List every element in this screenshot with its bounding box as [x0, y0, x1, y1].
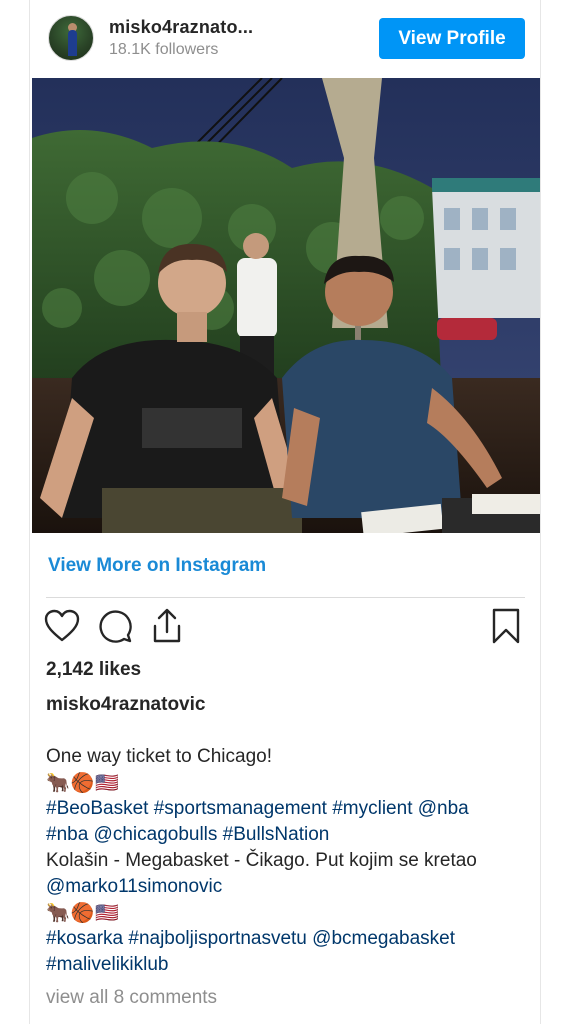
- hashtag-line[interactable]: #kosarka #najboljisportnasvetu @bcmegaba…: [46, 926, 526, 952]
- comment-icon: [97, 608, 133, 649]
- heart-icon: [44, 609, 80, 648]
- instagram-embed-card: misko4raznato... 18.1K followers View Pr…: [29, 0, 541, 1024]
- share-button[interactable]: [147, 608, 187, 648]
- caption-line: One way ticket to Chicago!: [46, 746, 272, 767]
- post-photo-illustration: [32, 78, 540, 533]
- hashtag-line[interactable]: #BeoBasket #sportsmanagement #myclient @…: [46, 796, 526, 822]
- emoji-line: 🐂🏀🇺🇸: [46, 902, 120, 924]
- post-photo[interactable]: [32, 78, 540, 533]
- profile-username[interactable]: misko4raznato...: [109, 17, 253, 38]
- follower-count: 18.1K followers: [109, 41, 219, 58]
- hashtag-line[interactable]: #nba @chicagobulls #BullsNation: [46, 822, 526, 848]
- view-more-on-instagram-link[interactable]: View More on Instagram: [48, 555, 266, 577]
- post-header: misko4raznato... 18.1K followers View Pr…: [30, 0, 542, 78]
- caption-text: One way ticket to Chicago! 🐂🏀🇺🇸 #BeoBask…: [46, 744, 526, 978]
- view-all-comments-link[interactable]: view all 8 comments: [46, 987, 217, 1009]
- mention-line[interactable]: @marko11simonovic: [46, 874, 526, 900]
- bookmark-icon: [491, 608, 521, 649]
- avatar-figure: [68, 30, 77, 56]
- divider: [46, 597, 525, 598]
- like-count[interactable]: 2,142 likes: [46, 659, 141, 681]
- comment-button[interactable]: [95, 608, 135, 648]
- emoji-line: 🐂🏀🇺🇸: [46, 772, 120, 794]
- hashtag-line[interactable]: #malivelikiklub: [46, 952, 526, 978]
- like-button[interactable]: [42, 608, 82, 648]
- view-profile-button[interactable]: View Profile: [379, 18, 525, 59]
- profile-avatar[interactable]: [48, 15, 94, 61]
- save-button[interactable]: [486, 608, 526, 648]
- caption-username[interactable]: misko4raznatovic: [46, 694, 205, 716]
- share-icon: [149, 608, 185, 649]
- post-actions: [30, 608, 542, 650]
- caption-line: Kolašin - Megabasket - Čikago. Put kojim…: [46, 850, 477, 871]
